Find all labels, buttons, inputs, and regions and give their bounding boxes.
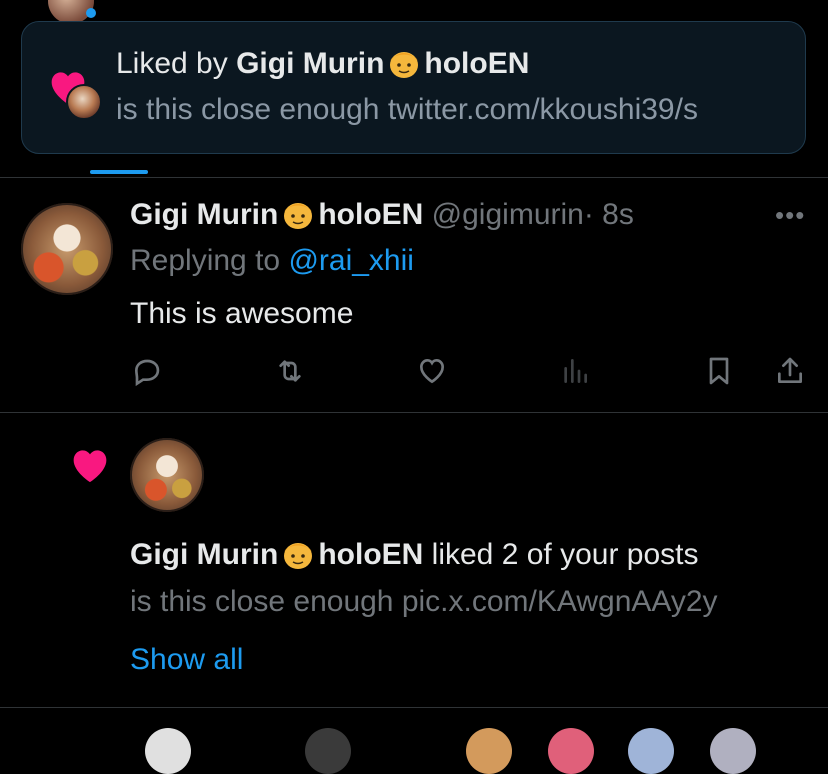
tweet-author-name[interactable]: Gigi Murin <box>130 198 278 231</box>
reply-icon <box>134 359 160 387</box>
tweet-header: Gigi Murin holoEN @gigimurin· 8s <box>130 196 634 232</box>
emoji-icon <box>284 543 313 569</box>
bookmark-icon <box>709 357 729 385</box>
notif-name[interactable]: Gigi Murin <box>130 538 278 571</box>
avatar[interactable] <box>145 728 191 774</box>
avatar[interactable] <box>130 438 204 512</box>
avatar[interactable] <box>21 203 113 295</box>
notif-name-suffix[interactable]: holoEN <box>318 538 423 571</box>
avatar[interactable] <box>466 728 512 774</box>
views-icon <box>564 359 587 383</box>
liked-toast[interactable] <box>21 21 806 154</box>
tab-indicator <box>90 170 148 174</box>
notification-title: Gigi Murin holoEN liked 2 of your posts <box>130 536 698 572</box>
views-button[interactable] <box>558 354 592 388</box>
heart-icon <box>73 450 107 483</box>
show-all-link[interactable]: Show all <box>130 643 243 677</box>
divider <box>0 707 828 708</box>
share-icon <box>778 357 802 383</box>
divider <box>0 177 828 178</box>
avatar[interactable] <box>628 728 674 774</box>
avatar[interactable] <box>548 728 594 774</box>
more-icon[interactable]: ••• <box>775 200 805 231</box>
retweet-button[interactable] <box>273 354 307 388</box>
avatar[interactable] <box>710 728 756 774</box>
share-button[interactable] <box>773 354 807 388</box>
replying-to: Replying to @rai_xhii <box>130 244 414 278</box>
peek-badge <box>86 8 96 18</box>
like-button[interactable] <box>415 354 449 388</box>
avatar[interactable] <box>305 728 351 774</box>
tweet-time[interactable]: · 8s <box>584 198 634 231</box>
tweet-author-suffix[interactable]: holoEN <box>318 198 423 231</box>
toast-prefix: Liked by <box>116 47 237 80</box>
toast-avatar <box>66 84 102 120</box>
notification-preview: is this close enough pic.x.com/KAwgnAAy2… <box>130 585 718 618</box>
reply-button[interactable] <box>130 354 164 388</box>
notif-action-text: liked 2 of your posts <box>423 538 699 571</box>
toast-title: Liked by Gigi Murin holoEN <box>116 45 529 81</box>
toast-name-suffix: holoEN <box>424 47 530 80</box>
toast-name: Gigi Murin <box>236 47 385 80</box>
emoji-icon <box>390 52 419 78</box>
divider <box>0 412 828 413</box>
replying-prefix: Replying to <box>130 244 289 277</box>
toast-preview: is this close enough twitter.com/kkoushi… <box>116 93 698 126</box>
tweet-handle[interactable]: @gigimurin <box>432 198 584 231</box>
tweet-text: This is awesome <box>130 297 354 330</box>
retweet-icon <box>279 360 301 382</box>
replying-to-link[interactable]: @rai_xhii <box>288 244 414 277</box>
bookmark-button[interactable] <box>702 354 736 388</box>
like-icon <box>419 358 445 384</box>
emoji-icon <box>284 203 313 229</box>
